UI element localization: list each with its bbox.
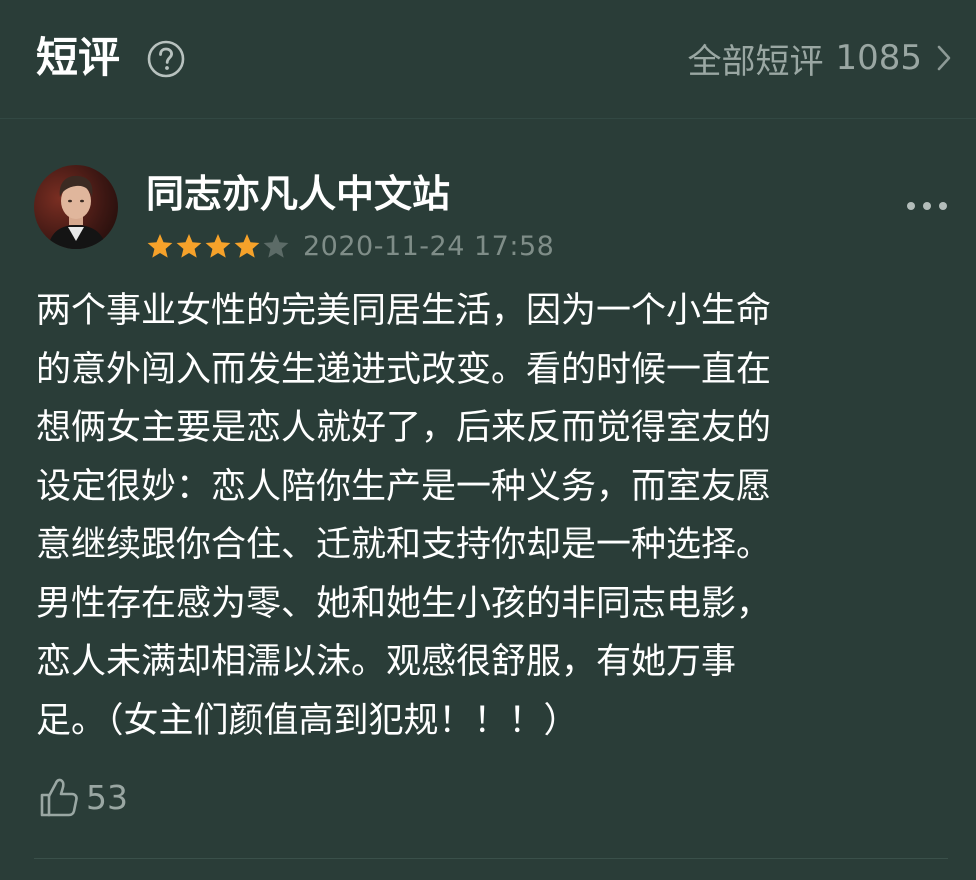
star-icon	[205, 234, 231, 258]
star-icon	[176, 234, 202, 258]
review-content: 两个事业女性的完美同居生活，因为一个小生命 的意外闯入而发生递进式改变。看的时候…	[36, 291, 772, 741]
avatar[interactable]	[34, 165, 118, 249]
review-divider	[34, 858, 948, 859]
star-icon	[263, 234, 289, 258]
chevron-right-icon	[937, 45, 951, 71]
more-dots-icon[interactable]	[906, 196, 948, 216]
like-count: 53	[86, 777, 128, 817]
question-circle-icon[interactable]	[146, 39, 186, 79]
section-header: 短评 全部短评 1085	[0, 0, 976, 118]
thumbs-up-icon	[40, 778, 78, 817]
section-title: 短评	[36, 33, 121, 82]
review-meta: 2020-11-24 17:58	[146, 226, 554, 266]
star-icon	[234, 234, 260, 258]
all-reviews-link[interactable]: 全部短评 1085	[687, 36, 952, 82]
reviewer-name[interactable]: 同志亦凡人中文站	[146, 168, 450, 220]
all-reviews-label: 全部短评	[687, 41, 824, 82]
all-reviews-count: 1085	[835, 38, 922, 78]
review-timestamp: 2020-11-24 17:58	[303, 230, 555, 262]
header-divider	[0, 118, 976, 119]
like-button[interactable]: 53	[38, 772, 128, 822]
star-rating	[146, 232, 291, 260]
star-icon	[147, 234, 173, 258]
avatar-image	[34, 165, 118, 249]
